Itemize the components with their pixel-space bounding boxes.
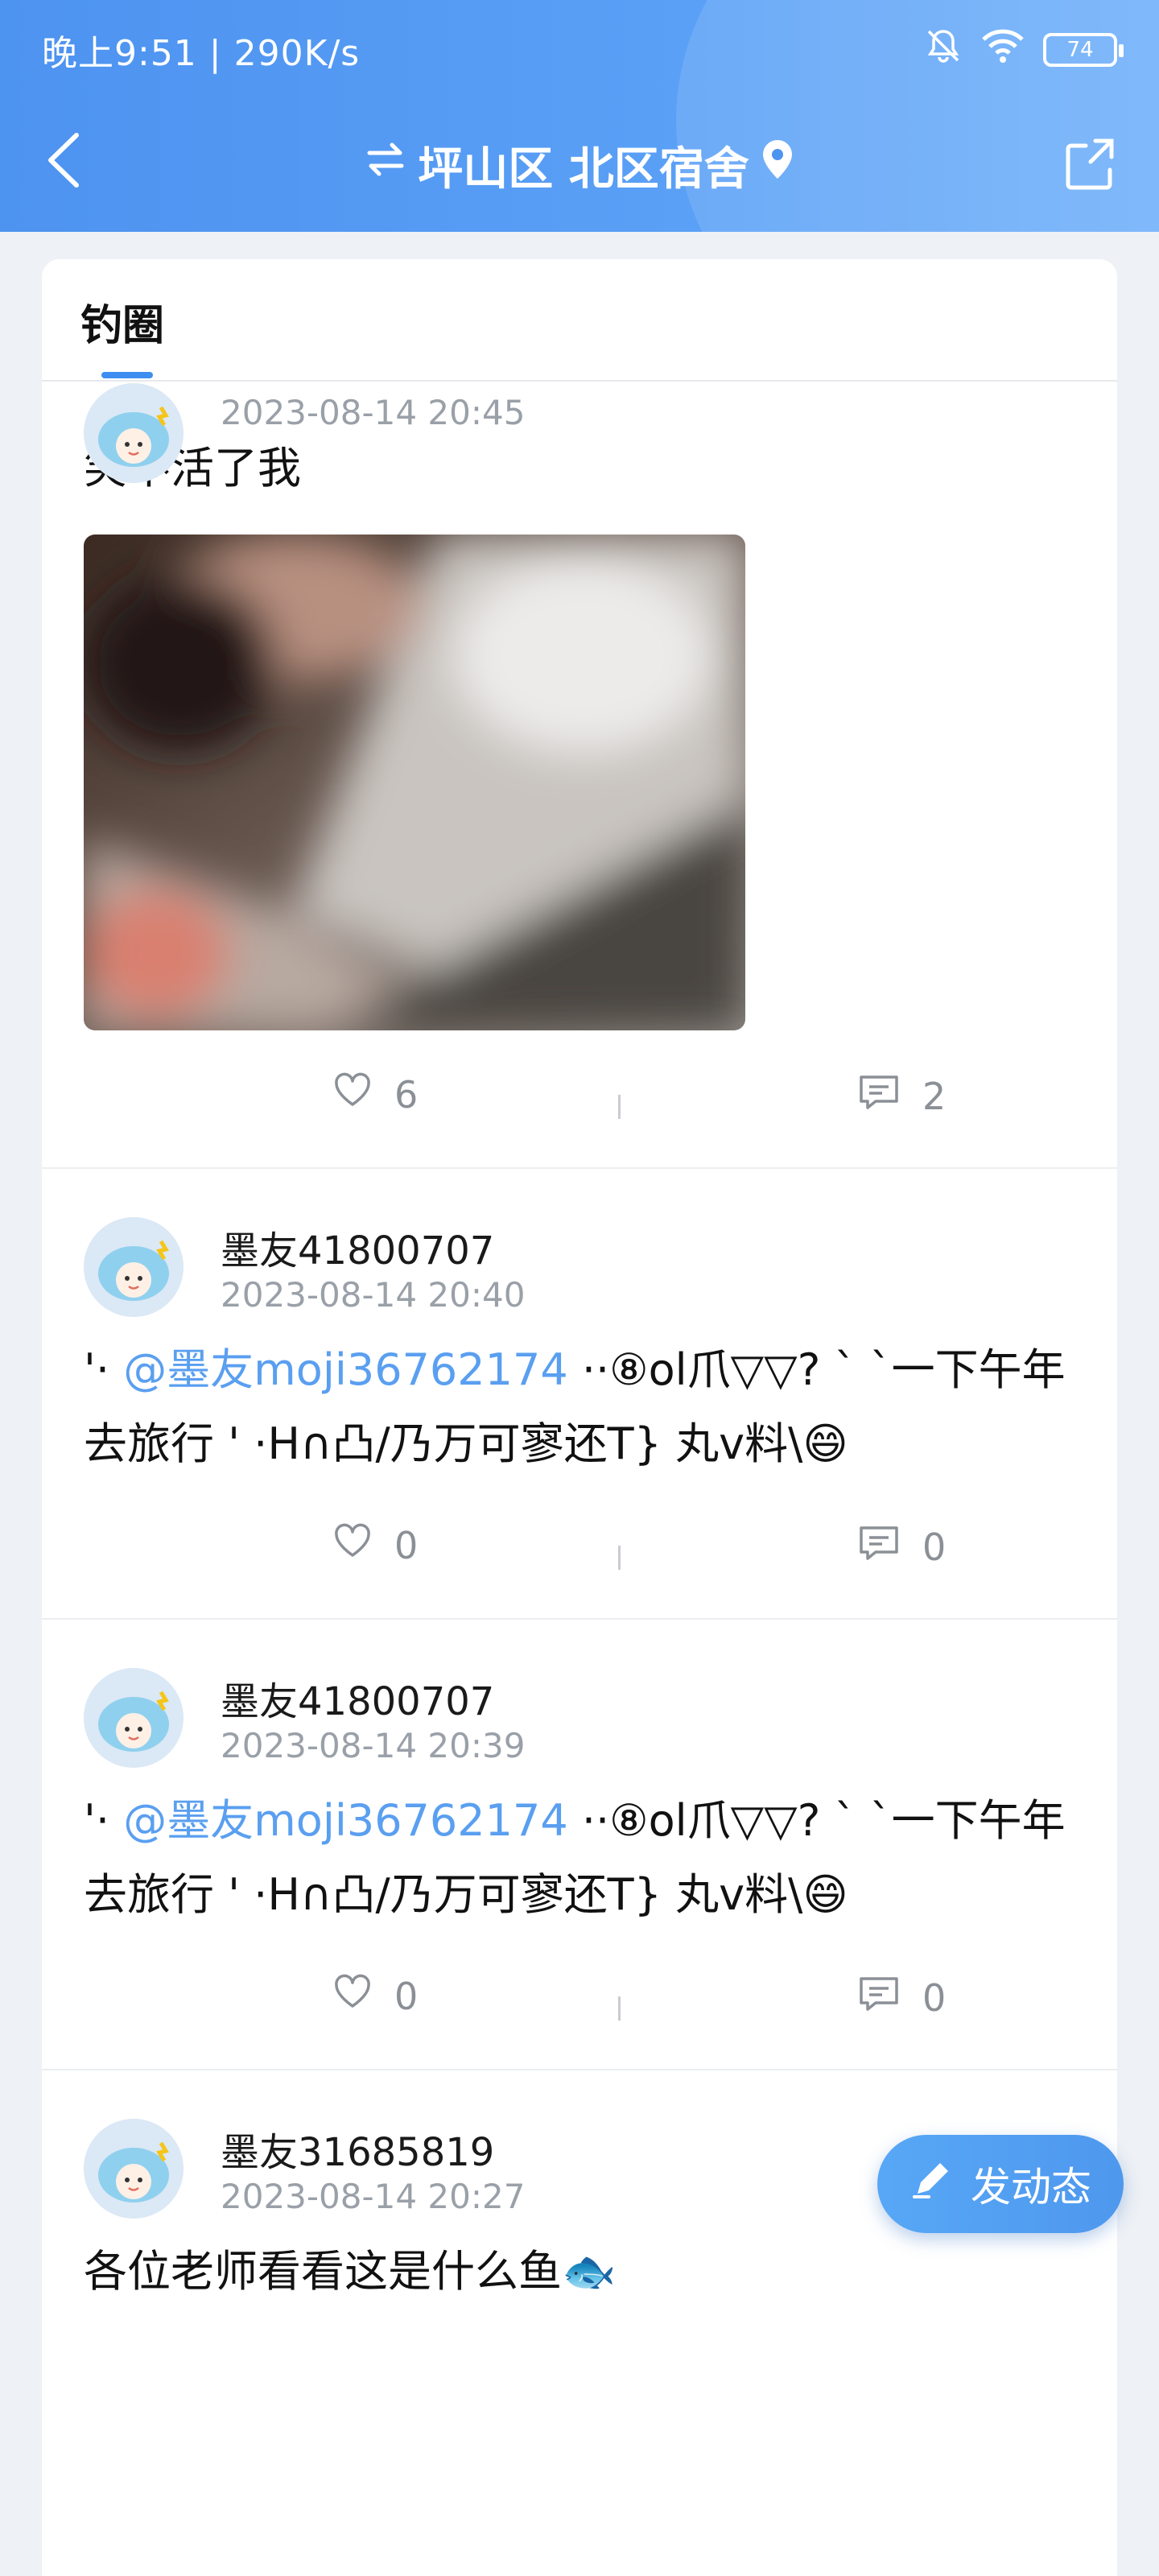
tab-fishing-circle[interactable]: 钓圈 <box>80 291 164 352</box>
like-count: 0 <box>394 1523 419 1567</box>
status-icons: 74 <box>924 27 1124 74</box>
post-text: '· @墨友moji36762174 ··⑧ol爪▽▽? ` `一下午年去旅行 … <box>84 1304 1075 1481</box>
comment-count: 2 <box>922 1074 947 1118</box>
post-item[interactable]: 墨友41800707 2023-08-14 20:40 '· @墨友moji36… <box>42 1169 1117 1620</box>
comment-button[interactable]: 2 <box>858 1072 946 1120</box>
comment-icon <box>858 1072 900 1120</box>
status-time-speed: 晚上9:51 | 290K/s <box>42 33 361 74</box>
comment-icon <box>858 1523 900 1571</box>
swap-icon <box>365 138 406 192</box>
post-actions: 0 0 <box>84 1932 1075 2069</box>
heart-icon <box>333 1072 372 1117</box>
battery-indicator: 74 <box>1043 33 1124 67</box>
avatar[interactable] <box>84 1217 184 1317</box>
divider <box>618 1095 621 1119</box>
mention-link[interactable]: @墨友moji36762174 <box>123 1344 568 1395</box>
post-username[interactable]: 墨友31685819 <box>221 2120 494 2177</box>
pencil-icon <box>909 2157 955 2211</box>
bell-off-icon <box>924 27 963 74</box>
page-title: 坪山区 北区宿舍 <box>418 142 749 196</box>
heart-icon <box>333 1523 372 1567</box>
avatar[interactable] <box>84 1668 184 1768</box>
like-count: 0 <box>394 1974 419 2018</box>
share-icon <box>1063 136 1120 196</box>
share-button[interactable] <box>1059 134 1124 198</box>
comment-button[interactable]: 0 <box>858 1523 946 1571</box>
wifi-icon <box>980 27 1025 74</box>
avatar[interactable] <box>84 2119 184 2219</box>
tab-bar: 钓圈 <box>42 259 1117 382</box>
post-text: '· @墨友moji36762174 ··⑧ol爪▽▽? ` `一下午年去旅行 … <box>84 1755 1075 1932</box>
divider <box>618 1546 621 1570</box>
divider <box>618 1996 621 2021</box>
post-item[interactable]: 2023-08-14 20:45 笑不活了我 6 2 <box>42 383 1117 1169</box>
post-header: 墨友41800707 2023-08-14 20:39 <box>84 1620 1075 1768</box>
header: 晚上9:51 | 290K/s 74 坪山区 北区宿舍 <box>0 0 1159 232</box>
post-item[interactable]: 墨友41800707 2023-08-14 20:39 '· @墨友moji36… <box>42 1620 1117 2070</box>
post-time: 2023-08-14 20:39 <box>221 1726 526 1765</box>
post-time: 2023-08-14 20:27 <box>221 2177 526 2216</box>
like-count: 6 <box>394 1072 419 1117</box>
mention-link[interactable]: @墨友moji36762174 <box>123 1795 568 1846</box>
status-bar: 晚上9:51 | 290K/s 74 <box>42 24 1124 76</box>
like-button[interactable]: 6 <box>333 1072 418 1117</box>
post-header: 墨友41800707 2023-08-14 20:40 <box>84 1169 1075 1317</box>
tab-active-indicator <box>101 372 153 378</box>
post-time: 2023-08-14 20:40 <box>221 1275 526 1315</box>
location-pin-icon <box>761 138 794 192</box>
comment-count: 0 <box>922 1525 947 1569</box>
post-feed[interactable]: 2023-08-14 20:45 笑不活了我 6 2 墨友41800707 20… <box>42 383 1117 2576</box>
post-photo[interactable] <box>84 535 745 1030</box>
title-bar: 坪山区 北区宿舍 <box>0 129 1159 201</box>
like-button[interactable]: 0 <box>333 1974 418 2018</box>
comment-count: 0 <box>922 1975 947 2020</box>
comment-icon <box>858 1974 900 2021</box>
avatar[interactable] <box>84 383 184 483</box>
post-dynamic-label: 发动态 <box>971 2164 1091 2211</box>
post-text-prefix: '· <box>84 1795 124 1846</box>
comment-button[interactable]: 0 <box>858 1974 946 2021</box>
post-header: 2023-08-14 20:45 <box>84 383 1075 483</box>
post-dynamic-button[interactable]: 发动态 <box>877 2135 1124 2233</box>
post-actions: 6 2 <box>84 1030 1075 1167</box>
post-time: 2023-08-14 20:45 <box>221 393 526 432</box>
post-username[interactable]: 墨友41800707 <box>221 1219 494 1275</box>
post-actions: 0 0 <box>84 1481 1075 1618</box>
post-username[interactable]: 墨友41800707 <box>221 1670 494 1726</box>
heart-icon <box>333 1974 372 2018</box>
like-button[interactable]: 0 <box>333 1523 418 1567</box>
location-switcher[interactable]: 坪山区 北区宿舍 <box>0 129 1159 201</box>
post-text: 笑不活了我 <box>84 443 301 493</box>
post-text-prefix: '· <box>84 1344 124 1395</box>
